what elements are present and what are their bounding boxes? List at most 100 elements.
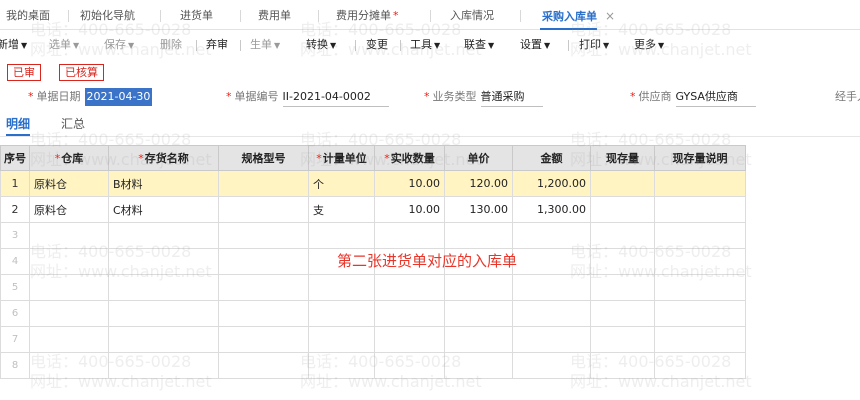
amount-cell[interactable]: 1,300.00 — [512, 196, 591, 223]
price-cell[interactable]: 130.00 — [444, 196, 513, 223]
chevron-down-icon: ▼ — [434, 41, 441, 50]
unaudit-button[interactable]: 弃审 — [206, 31, 228, 59]
table-row[interactable]: 5 — [0, 274, 746, 301]
chevron-down-icon: ▼ — [488, 41, 495, 50]
close-icon[interactable]: × — [605, 9, 615, 23]
stock-cell — [590, 196, 655, 223]
tab-detail[interactable]: 明细 — [6, 114, 31, 136]
qty-cell[interactable]: 10.00 — [374, 170, 445, 197]
table-row[interactable]: 6 — [0, 300, 746, 327]
col-header-amount[interactable]: 金额 — [512, 145, 591, 171]
tab-purchase-order[interactable]: 进货单 — [180, 0, 213, 30]
table-row[interactable]: 7 — [0, 326, 746, 353]
code-input[interactable]: II-2021-04-0002 — [282, 88, 389, 107]
new-button[interactable]: 新增 ▼ — [0, 31, 27, 59]
tab-label: 进货单 — [180, 9, 213, 22]
supplier-field[interactable]: * 供应商 GYSA供应商 — [630, 88, 756, 107]
price-cell[interactable]: 120.00 — [444, 170, 513, 197]
tab-stock-in-status[interactable]: 入库情况 — [450, 0, 494, 30]
delete-button[interactable]: 删除 — [160, 31, 182, 59]
col-header-item-name[interactable]: *存货名称 — [108, 145, 219, 171]
col-header-price[interactable]: 单价 — [444, 145, 513, 171]
tab-divider — [430, 10, 431, 22]
tab-label: 初始化导航 — [80, 9, 135, 22]
spec-cell[interactable] — [218, 196, 309, 223]
tab-divider — [520, 10, 521, 22]
col-header-qty[interactable]: *实收数量 — [374, 145, 445, 171]
stock-note-cell — [654, 170, 746, 197]
table-row[interactable]: 2 原料仓 C材料 支 10.00 130.00 1,300.00 — [0, 196, 746, 223]
table-row[interactable]: 8 — [0, 352, 746, 379]
unsaved-marker: * — [393, 9, 399, 22]
select-source-button[interactable]: 选单 ▼ — [49, 31, 79, 59]
unit-cell[interactable]: 个 — [308, 170, 375, 197]
stock-note-cell — [654, 196, 746, 223]
warehouse-cell[interactable]: 原料仓 — [29, 196, 109, 223]
save-button[interactable]: 保存 ▼ — [104, 31, 134, 59]
more-button[interactable]: 更多 ▼ — [634, 31, 664, 59]
convert-button[interactable]: 转换 ▼ — [306, 31, 336, 59]
row-index: 5 — [0, 274, 30, 301]
tab-summary[interactable]: 汇总 — [61, 114, 85, 136]
col-header-stock[interactable]: 现存量 — [590, 145, 655, 171]
unit-cell[interactable]: 支 — [308, 196, 375, 223]
tab-divider — [240, 10, 241, 22]
col-header-warehouse[interactable]: *仓库 — [29, 145, 109, 171]
col-header-spec[interactable]: 规格型号 — [218, 145, 309, 171]
inquiry-button[interactable]: 联查 ▼ — [464, 31, 494, 59]
tools-button[interactable]: 工具 ▼ — [410, 31, 440, 59]
item-name-cell[interactable]: C材料 — [108, 196, 219, 223]
toolbar-divider — [196, 40, 197, 51]
table-row[interactable]: 1 原料仓 B材料 个 10.00 120.00 1,200.00 — [0, 170, 746, 197]
toolbar-divider — [355, 40, 356, 51]
audited-stamp: 已审 — [7, 64, 41, 81]
change-button[interactable]: 变更 — [366, 31, 388, 59]
row-index: 7 — [0, 326, 30, 353]
col-header-unit[interactable]: *计量单位 — [308, 145, 375, 171]
date-field[interactable]: * 单据日期 2021-04-30 — [28, 88, 153, 106]
code-field[interactable]: * 单据编号 II-2021-04-0002 — [226, 88, 389, 107]
settings-button[interactable]: 设置 ▼ — [520, 31, 550, 59]
tab-label: 费用分摊单 — [336, 9, 391, 22]
qty-cell[interactable]: 10.00 — [374, 196, 445, 223]
spec-cell[interactable] — [218, 170, 309, 197]
chevron-down-icon: ▼ — [21, 41, 28, 50]
tab-my-desktop[interactable]: 我的桌面 — [6, 0, 50, 30]
biz-type-input[interactable]: 普通采购 — [480, 88, 543, 107]
tab-purchase-receipt[interactable]: 采购入库单 × — [539, 0, 615, 30]
supplier-input[interactable]: GYSA供应商 — [675, 88, 756, 107]
chevron-down-icon: ▼ — [128, 41, 135, 50]
tab-label: 费用单 — [258, 9, 291, 22]
tab-underline — [0, 136, 860, 137]
row-index: 6 — [0, 300, 30, 327]
tab-init-guide[interactable]: 初始化导航 — [80, 0, 135, 30]
toolbar-divider — [568, 40, 569, 51]
costed-stamp: 已核算 — [59, 64, 104, 81]
tab-expense-allocation[interactable]: 费用分摊单 * — [336, 0, 399, 30]
toolbar-divider — [240, 40, 241, 51]
generate-button[interactable]: 生单 ▼ — [250, 31, 280, 59]
row-index: 1 — [0, 170, 30, 197]
annotation-text: 第二张进货单对应的入库单 — [337, 252, 518, 270]
table-row[interactable]: 3 — [0, 222, 746, 249]
tab-label: 入库情况 — [450, 9, 494, 22]
date-input[interactable]: 2021-04-30 — [84, 88, 153, 106]
handler-label: 经手人 — [835, 90, 860, 103]
col-header-stock-note[interactable]: 现存量说明 — [654, 145, 746, 171]
row-index: 4 — [0, 248, 30, 275]
col-header-index[interactable]: 序号 — [0, 145, 30, 171]
biz-type-field[interactable]: * 业务类型 普通采购 — [424, 88, 543, 107]
chevron-down-icon: ▼ — [544, 41, 551, 50]
tab-divider — [160, 10, 161, 22]
grid-header-row: 序号 *仓库 *存货名称 规格型号 *计量单位 *实收数量 单价 金额 现存量 … — [0, 145, 746, 171]
item-name-cell[interactable]: B材料 — [108, 170, 219, 197]
stock-cell — [590, 170, 655, 197]
warehouse-cell[interactable]: 原料仓 — [29, 170, 109, 197]
tab-expense-bill[interactable]: 费用单 — [258, 0, 291, 30]
chevron-down-icon: ▼ — [274, 41, 281, 50]
amount-cell[interactable]: 1,200.00 — [512, 170, 591, 197]
chevron-down-icon: ▼ — [73, 41, 80, 50]
row-index: 2 — [0, 196, 30, 223]
row-index: 8 — [0, 352, 30, 379]
print-button[interactable]: 打印 ▼ — [579, 31, 609, 59]
